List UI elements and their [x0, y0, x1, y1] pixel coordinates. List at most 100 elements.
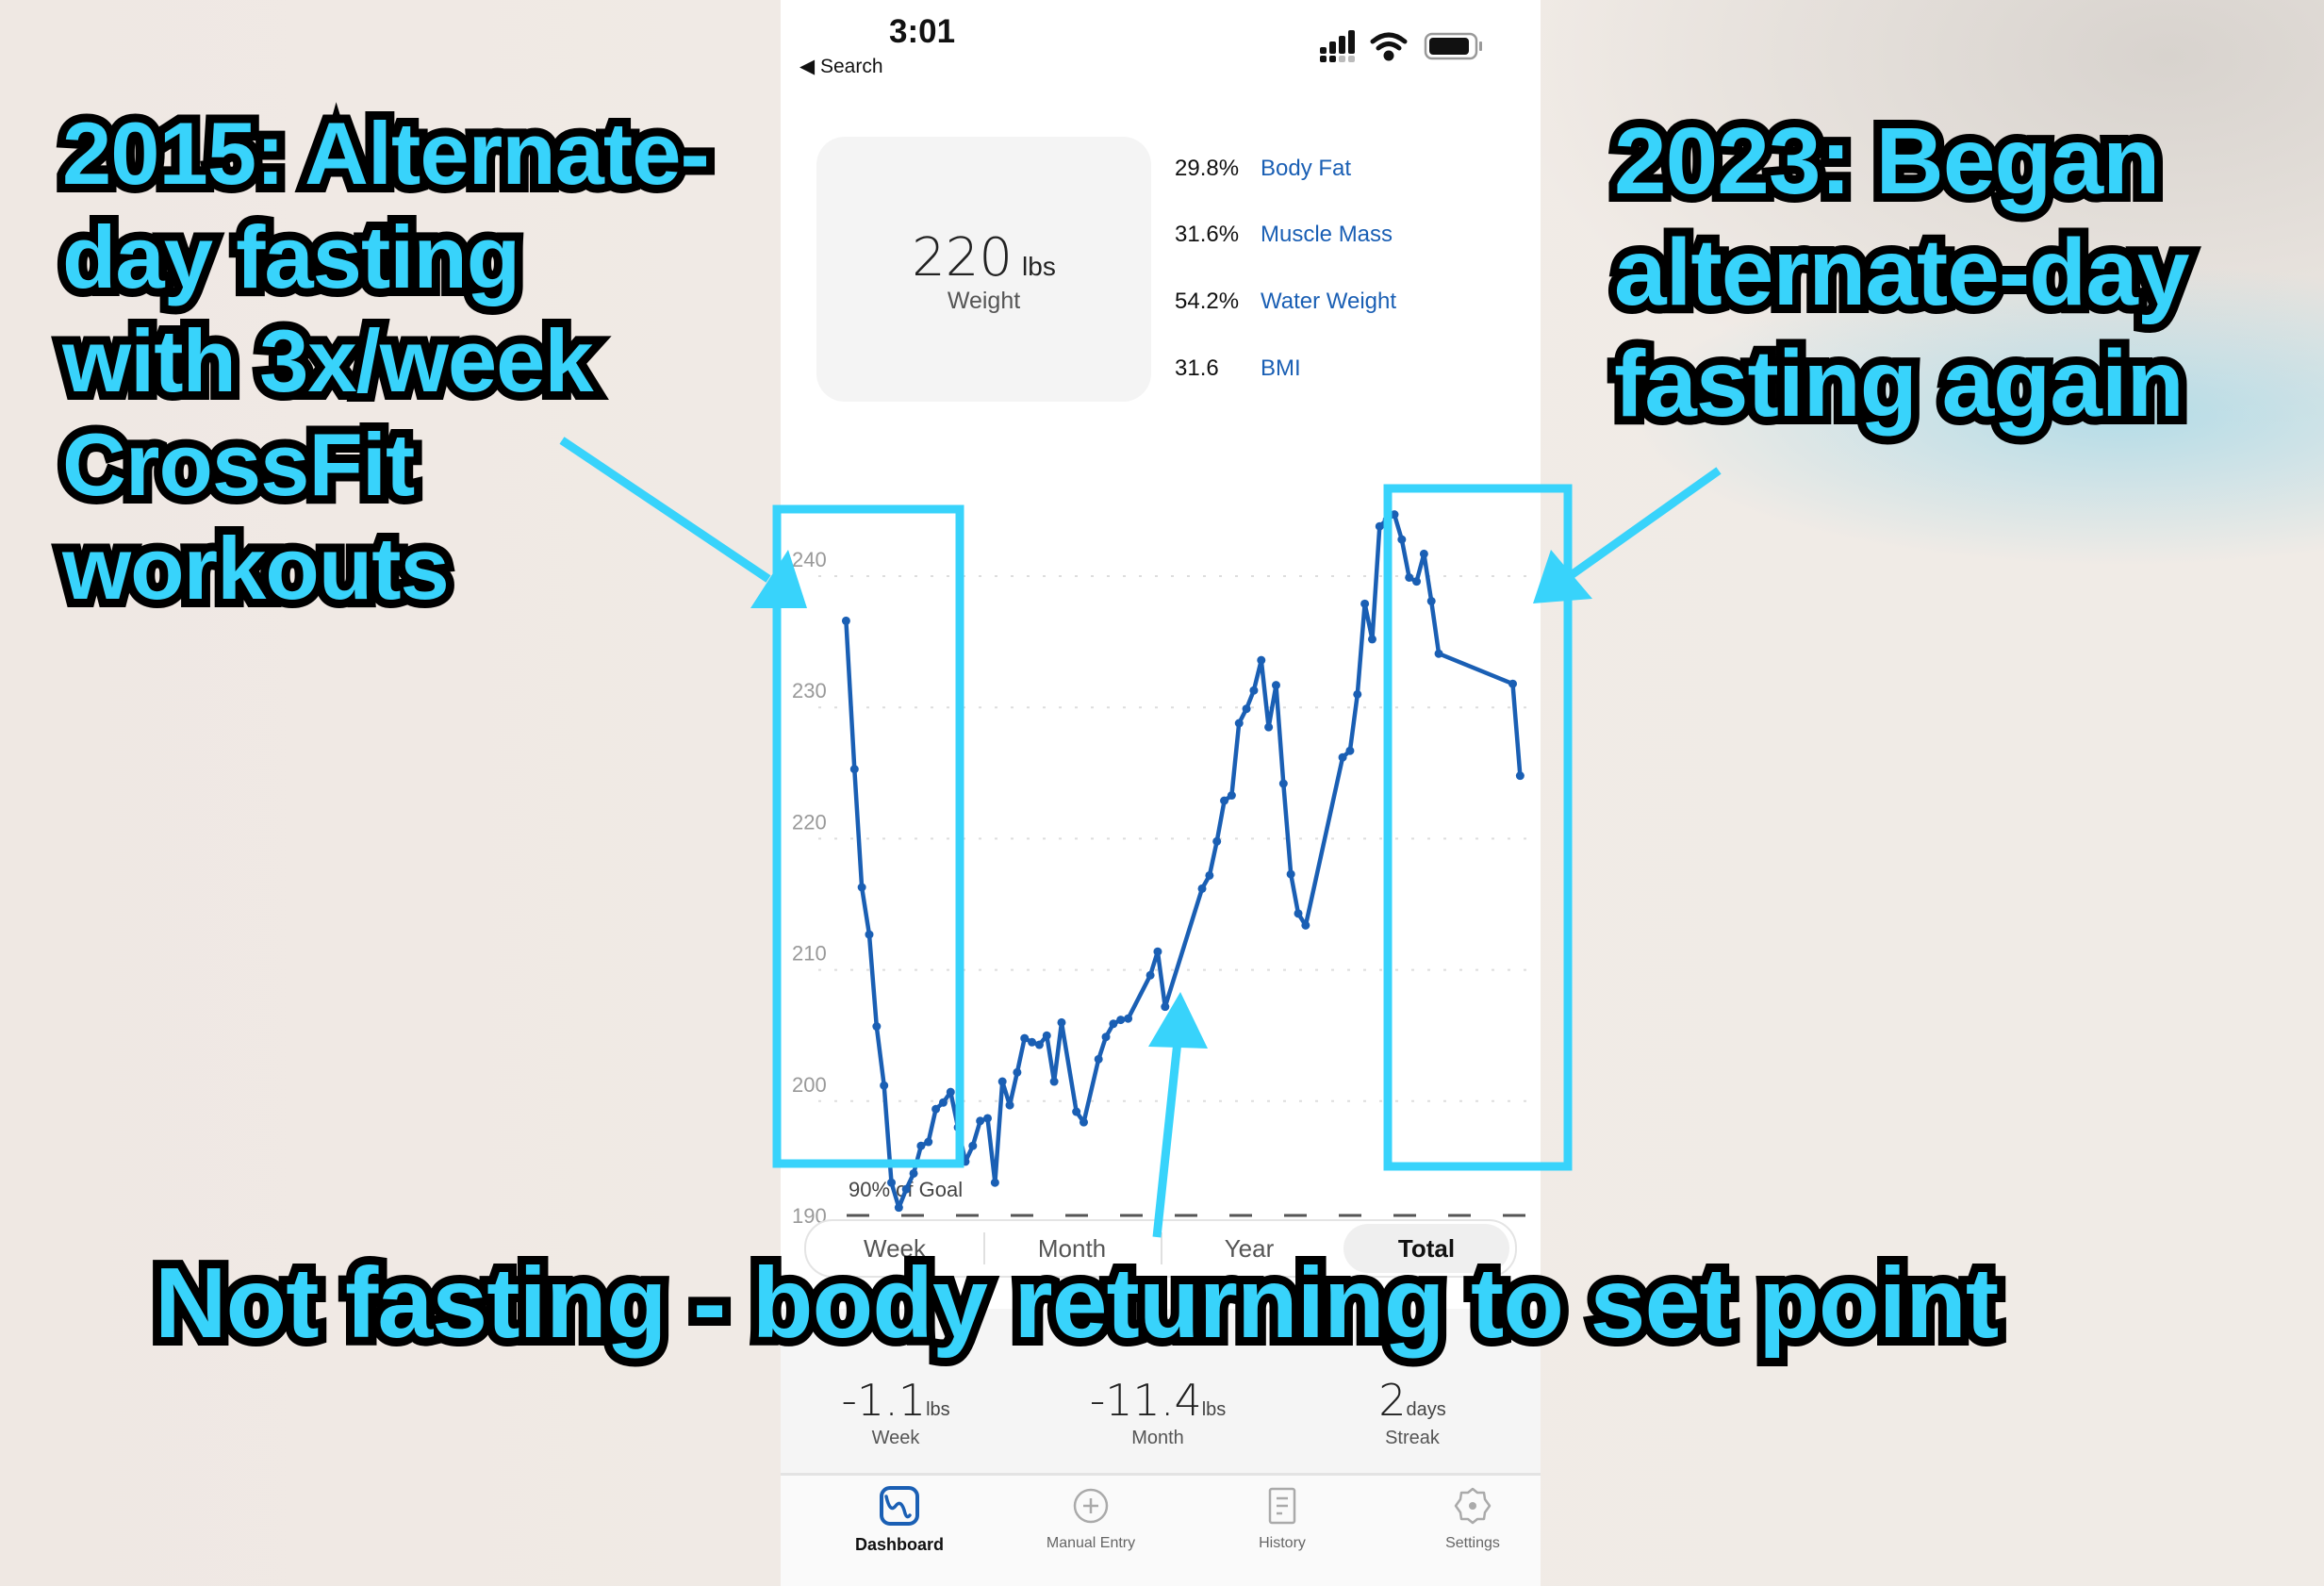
- data-point: [1434, 649, 1443, 658]
- data-point: [997, 1077, 1007, 1086]
- data-point: [924, 1137, 933, 1147]
- data-point: [909, 1168, 918, 1178]
- y-tick-label: 220: [792, 810, 827, 834]
- summary-streak: 2days Streak: [1290, 1375, 1535, 1449]
- summary-unit: lbs: [926, 1399, 950, 1420]
- data-point: [938, 1098, 948, 1107]
- data-point: [865, 930, 874, 939]
- data-point: [1057, 1017, 1066, 1027]
- document-icon: [1268, 1487, 1296, 1525]
- summary-value: -1.1: [841, 1375, 927, 1426]
- data-point: [1508, 679, 1518, 688]
- summary-label: Streak: [1385, 1428, 1440, 1448]
- summary-label: Month: [1131, 1428, 1184, 1448]
- summary-label: Week: [871, 1428, 920, 1448]
- data-point: [1426, 597, 1436, 606]
- data-point: [1094, 1054, 1103, 1064]
- dashboard-icon: [880, 1486, 919, 1526]
- data-point: [880, 1081, 889, 1090]
- summary-month: -11.4lbs Month: [1035, 1375, 1280, 1449]
- data-point: [1257, 655, 1266, 665]
- data-point: [1405, 572, 1414, 582]
- data-point: [1220, 796, 1229, 805]
- data-point: [946, 1087, 955, 1097]
- data-point: [1382, 515, 1392, 524]
- data-point: [916, 1141, 926, 1150]
- data-point: [1375, 521, 1384, 531]
- summary-value: 2: [1378, 1375, 1407, 1426]
- data-point: [1390, 510, 1399, 520]
- data-point: [931, 1104, 941, 1114]
- data-point: [1146, 970, 1155, 980]
- data-point: [1397, 535, 1407, 544]
- data-point: [1367, 635, 1376, 644]
- data-point: [968, 1141, 978, 1150]
- data-point: [1264, 722, 1274, 732]
- data-point: [1227, 791, 1236, 801]
- data-point: [1020, 1033, 1030, 1043]
- data-point: [990, 1178, 999, 1187]
- data-point: [1013, 1067, 1022, 1077]
- data-point: [1161, 1002, 1170, 1012]
- tab-bar: Dashboard Manual Entry History Settings: [781, 1476, 1541, 1586]
- y-tick-label: 200: [792, 1073, 827, 1097]
- data-point: [1234, 719, 1244, 728]
- data-point: [1419, 549, 1428, 558]
- data-point: [1197, 884, 1207, 893]
- data-point: [872, 1022, 882, 1032]
- summary-value: -11.4: [1089, 1375, 1202, 1426]
- data-point: [1101, 1033, 1111, 1042]
- tab-label: Settings: [1445, 1535, 1500, 1551]
- data-point: [961, 1157, 970, 1166]
- data-point: [1294, 909, 1303, 918]
- data-point: [1124, 1014, 1133, 1023]
- data-point: [983, 1114, 993, 1123]
- y-tick-label: 240: [792, 548, 827, 571]
- arrow-right-icon: [1533, 467, 1722, 603]
- tab-label: Manual Entry: [1046, 1535, 1136, 1551]
- tab-dashboard[interactable]: Dashboard: [805, 1485, 994, 1555]
- data-point: [1412, 577, 1422, 586]
- y-tick-label: 210: [792, 942, 827, 966]
- data-point: [1278, 779, 1288, 788]
- data-point: [1028, 1037, 1037, 1047]
- tab-manual-entry[interactable]: Manual Entry: [997, 1485, 1185, 1552]
- summary-unit: days: [1406, 1399, 1446, 1420]
- data-point: [1079, 1117, 1088, 1127]
- data-point: [857, 883, 866, 892]
- tab-history[interactable]: History: [1188, 1485, 1376, 1552]
- data-point: [841, 616, 850, 625]
- data-point: [1345, 746, 1355, 755]
- annotation-2015: 2015: Alternate- day fasting with 3x/wee…: [54, 95, 718, 626]
- data-point: [1116, 1016, 1126, 1025]
- data-point: [1286, 869, 1295, 879]
- data-point: [1109, 1019, 1118, 1029]
- annotation-2023: 2023: Began alternate-day fasting again: [1606, 100, 2198, 445]
- data-point: [894, 1203, 903, 1213]
- data-point: [976, 1116, 985, 1126]
- data-point: [1301, 920, 1310, 930]
- plus-circle-icon: [1073, 1488, 1109, 1524]
- data-point: [1249, 686, 1259, 695]
- tab-label: History: [1259, 1535, 1306, 1551]
- tab-label: Dashboard: [854, 1535, 945, 1554]
- data-point: [849, 765, 859, 774]
- data-point: [1271, 681, 1280, 690]
- gear-icon: [1454, 1487, 1492, 1525]
- y-tick-label: 230: [792, 679, 827, 702]
- data-point: [1515, 771, 1525, 781]
- data-point: [1034, 1040, 1044, 1049]
- weight-chart[interactable]: 24023022021020019090% of Goal: [781, 0, 1541, 1226]
- data-point: [1212, 836, 1222, 846]
- data-point: [1042, 1031, 1051, 1040]
- data-point: [1242, 704, 1251, 714]
- tab-settings[interactable]: Settings: [1378, 1485, 1567, 1552]
- data-point: [1049, 1077, 1059, 1086]
- annotation-set-point: Not fasting - body returning to set poin…: [146, 1239, 2007, 1367]
- data-point: [1153, 947, 1162, 956]
- data-point: [953, 1123, 963, 1132]
- data-point: [887, 1178, 897, 1187]
- summary-unit: lbs: [1201, 1399, 1227, 1420]
- data-point: [1205, 870, 1214, 880]
- summary-week: -1.1lbs Week: [773, 1375, 1018, 1449]
